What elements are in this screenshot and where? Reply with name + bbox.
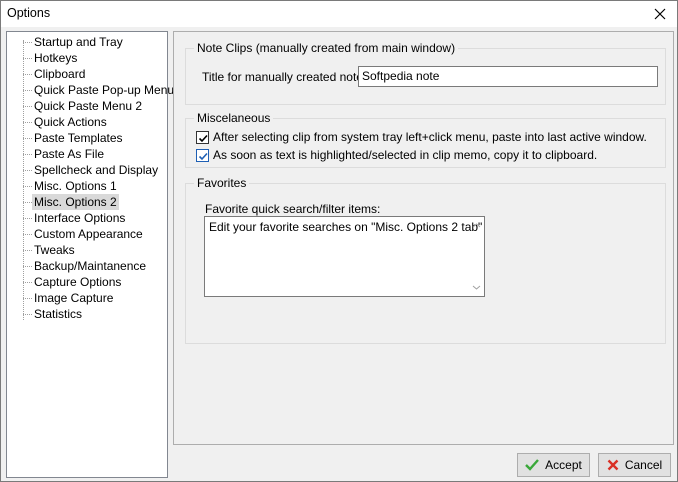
tree-item-label: Backup/Maintanence: [34, 259, 147, 273]
tree-item-label: Clipboard: [34, 67, 86, 81]
tree-connector: [23, 282, 32, 283]
tree-item[interactable]: Capture Options: [7, 274, 167, 290]
tree-connector: [23, 138, 32, 139]
check-mark-icon: [198, 152, 208, 160]
favorites-group-title: Favorites: [194, 176, 250, 190]
tree-item[interactable]: Clipboard: [7, 66, 167, 82]
tree-item[interactable]: Quick Actions: [7, 114, 167, 130]
tree-connector: [23, 74, 32, 75]
copy-highlighted-checkbox[interactable]: [196, 148, 209, 162]
paste-last-window-label: After selecting clip from system tray le…: [213, 130, 647, 144]
paste-last-window-checkbox[interactable]: [196, 130, 209, 144]
tree-item-label: Interface Options: [34, 211, 126, 225]
tree-item[interactable]: Custom Appearance: [7, 226, 167, 242]
favorites-memo-text: Edit your favorite searches on "Misc. Op…: [209, 220, 483, 234]
tree-item-label: Misc. Options 2: [32, 194, 119, 210]
scroll-down-arrow-icon[interactable]: [471, 282, 482, 292]
cancel-button[interactable]: Cancel: [598, 453, 671, 477]
tree-item[interactable]: Statistics: [7, 306, 167, 322]
tree-connector: [23, 154, 32, 155]
close-icon: [654, 8, 666, 20]
tree-connector: [23, 58, 32, 59]
tree-item-label: Spellcheck and Display: [34, 163, 159, 177]
tree-connector: [23, 234, 32, 235]
tree-item-label: Paste As File: [34, 147, 105, 161]
options-window: Options Startup and Tray Hotkeys Clipboard…: [0, 0, 678, 482]
check-mark-icon: [198, 134, 208, 142]
note-title-input[interactable]: Softpedia note: [358, 66, 658, 87]
tree-item[interactable]: Startup and Tray: [7, 34, 167, 50]
window-title: Options: [7, 6, 51, 20]
title-bar: Options: [1, 1, 677, 27]
note-clips-group-title: Note Clips (manually created from main w…: [194, 41, 459, 55]
tree-connector: [23, 202, 32, 203]
favorites-memo-label: Favorite quick search/filter items:: [205, 202, 381, 216]
accept-button-label: Accept: [545, 458, 582, 472]
tree-item-label: Quick Paste Pop-up Menu: [34, 83, 175, 97]
tree-connector: [23, 314, 32, 315]
tree-item[interactable]: Quick Paste Menu 2: [7, 98, 167, 114]
tree-item[interactable]: Image Capture: [7, 290, 167, 306]
tree-item[interactable]: Spellcheck and Display: [7, 162, 167, 178]
tree-item-label: Startup and Tray: [34, 35, 123, 49]
tree-item-label: Paste Templates: [34, 131, 123, 145]
tree-item[interactable]: Paste As File: [7, 146, 167, 162]
tree-item-label: Quick Actions: [34, 115, 107, 129]
tree-item[interactable]: Hotkeys: [7, 50, 167, 66]
tree-connector: [23, 266, 32, 267]
tree-item-label: Quick Paste Menu 2: [34, 99, 143, 113]
tree-connector: [23, 106, 32, 107]
tree-item[interactable]: Misc. Options 2: [7, 194, 167, 210]
tree-item[interactable]: Paste Templates: [7, 130, 167, 146]
tree-connector: [23, 250, 32, 251]
note-clips-group: Note Clips (manually created from main w…: [185, 41, 666, 105]
tree-item[interactable]: Tweaks: [7, 242, 167, 258]
tree-connector: [23, 186, 32, 187]
tree-connector: [23, 170, 32, 171]
accept-button[interactable]: Accept: [517, 453, 590, 477]
favorites-group: Favorites Favorite quick search/filter i…: [185, 176, 666, 344]
tree-item-label: Image Capture: [34, 291, 114, 305]
miscellaneous-group: Miscelaneous After selecting clip from s…: [185, 111, 666, 168]
paste-last-window-checkbox-row[interactable]: After selecting clip from system tray le…: [196, 130, 647, 144]
tree-item[interactable]: Misc. Options 1: [7, 178, 167, 194]
checkmark-icon: [525, 459, 540, 471]
copy-highlighted-label: As soon as text is highlighted/selected …: [213, 148, 598, 162]
tree-item[interactable]: Backup/Maintanence: [7, 258, 167, 274]
scroll-up-arrow-icon[interactable]: [471, 221, 482, 231]
tree-item-label: Hotkeys: [34, 51, 78, 65]
tree-connector: [23, 218, 32, 219]
favorites-memo[interactable]: Edit your favorite searches on "Misc. Op…: [204, 216, 485, 297]
tree-connector: [23, 298, 32, 299]
close-button[interactable]: [643, 1, 677, 27]
tree-connector: [23, 90, 32, 91]
tree-connector: [23, 42, 32, 43]
tree-item-label: Misc. Options 1: [34, 179, 117, 193]
copy-highlighted-checkbox-row[interactable]: As soon as text is highlighted/selected …: [196, 148, 597, 162]
note-title-label: Title for manually created notes:: [202, 70, 373, 84]
tree-connector: [23, 122, 32, 123]
cancel-x-icon: [607, 459, 619, 471]
tree-item-label: Tweaks: [34, 243, 75, 257]
tree-item-label: Custom Appearance: [34, 227, 143, 241]
tree-item[interactable]: Interface Options: [7, 210, 167, 226]
miscellaneous-group-title: Miscelaneous: [194, 111, 274, 125]
tree-item-label: Statistics: [34, 307, 83, 321]
tree-item[interactable]: Quick Paste Pop-up Menu: [7, 82, 174, 98]
cancel-button-label: Cancel: [624, 458, 663, 472]
tree-item-label: Capture Options: [34, 275, 122, 289]
options-tree[interactable]: Startup and Tray Hotkeys Clipboard Quick Pa…: [6, 31, 174, 478]
options-content-panel: Note Clips (manually created from main w…: [173, 31, 674, 445]
